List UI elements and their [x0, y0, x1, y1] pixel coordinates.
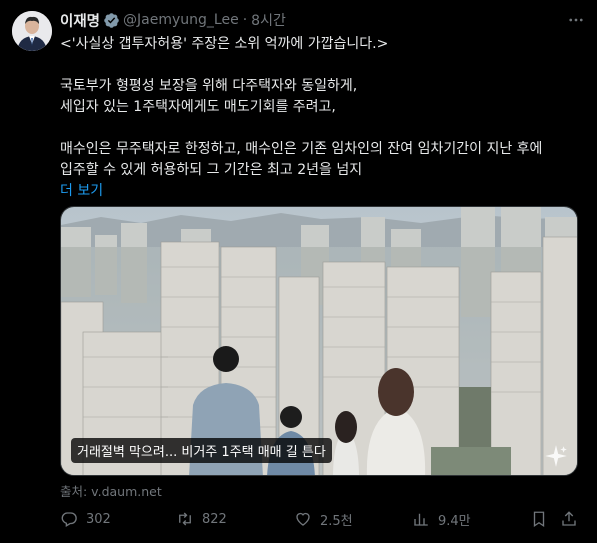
tweet[interactable]: 이재명 @Jaemyung_Lee · 8시간 <'사실상 갭투자허용' 주장은… — [0, 0, 597, 543]
repost-count: 822 — [202, 511, 227, 527]
apartment-photo — [61, 207, 577, 475]
tweet-line: 입주할 수 있게 허용하되 그 기간은 최고 2년을 넘지 — [60, 162, 363, 178]
link-card-image[interactable]: 거래절벽 막으려... 비거주 1주택 매매 길 튼다 — [60, 206, 578, 476]
reply-button[interactable]: 302 — [60, 508, 111, 530]
reply-icon — [61, 512, 77, 527]
link-card-caption: 거래절벽 막으려... 비거주 1주택 매매 길 튼다 — [71, 438, 332, 463]
like-count: 2.5천 — [320, 513, 353, 529]
like-button[interactable]: 2.5천 — [294, 508, 353, 530]
views-icon — [414, 513, 428, 526]
repost-icon — [179, 512, 191, 526]
link-source[interactable]: 출처: v.daum.net — [60, 481, 162, 500]
tweet-header: 이재명 @Jaemyung_Lee · 8시간 — [60, 10, 585, 30]
tweet-line: <'사실상 갭투자허용' 주장은 소위 억까에 가깝습니다.> — [60, 36, 389, 52]
tweet-text: <'사실상 갭투자허용' 주장은 소위 억까에 가깝습니다.> 국토부가 형평성… — [60, 34, 580, 202]
like-icon — [296, 512, 310, 526]
action-bar: 302 822 2.5천 9.4만 — [60, 508, 580, 530]
tweet-line: 국토부가 형평성 보장을 위해 다주택자와 동일하게, — [60, 78, 358, 94]
show-more-link[interactable]: 더 보기 — [60, 181, 580, 202]
bookmark-button[interactable] — [530, 508, 548, 530]
author-handle[interactable]: @Jaemyung_Lee — [123, 12, 239, 28]
share-button[interactable] — [560, 508, 578, 530]
avatar[interactable] — [12, 11, 52, 51]
separator-dot: · — [242, 12, 248, 28]
timestamp[interactable]: 8시간 — [251, 10, 286, 30]
views-button[interactable]: 9.4만 — [412, 508, 471, 530]
sparkle-icon — [545, 445, 567, 467]
tweet-line: 매수인은 무주택자로 한정하고, 매수인은 기존 임차인의 잔여 임차기간이 지… — [60, 141, 543, 157]
more-icon[interactable] — [567, 11, 585, 29]
tweet-line: 세입자 있는 1주택자에게도 매도기회를 주려고, — [60, 99, 336, 115]
views-count: 9.4만 — [438, 513, 471, 529]
reply-count: 302 — [86, 511, 111, 527]
verified-badge-icon — [104, 12, 119, 28]
share-icon — [562, 511, 576, 526]
author-name[interactable]: 이재명 — [60, 10, 100, 31]
bookmark-icon — [533, 511, 545, 528]
repost-button[interactable]: 822 — [176, 508, 227, 530]
